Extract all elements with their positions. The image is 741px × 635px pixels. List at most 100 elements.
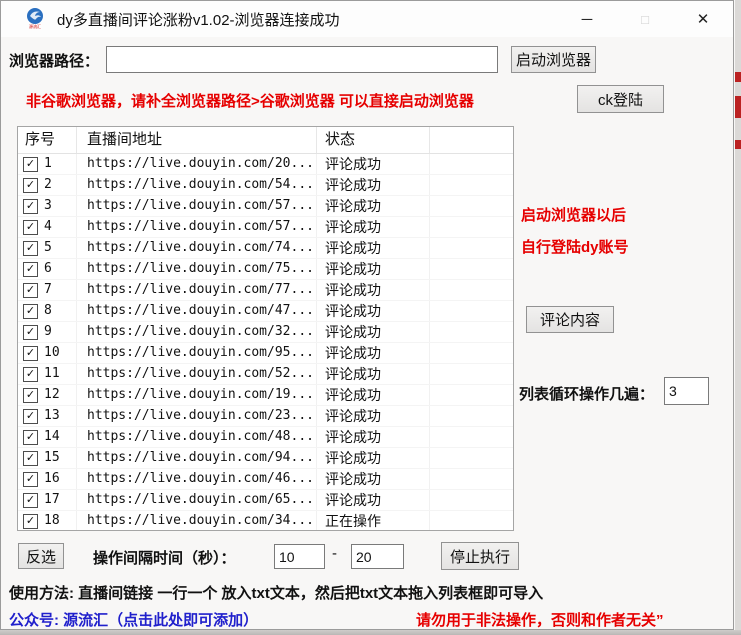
row-checkbox[interactable]: ✓ bbox=[23, 220, 38, 235]
close-icon[interactable]: ✕ bbox=[681, 1, 725, 37]
row-status: 评论成功 bbox=[317, 343, 430, 363]
table-row[interactable]: ✓16https://live.douyin.com/46...评论成功 bbox=[18, 469, 513, 490]
table-row[interactable]: ✓15https://live.douyin.com/94...评论成功 bbox=[18, 448, 513, 469]
row-index-cell: ✓18 bbox=[18, 511, 77, 531]
row-empty-cell bbox=[430, 385, 513, 405]
row-number: 16 bbox=[44, 469, 60, 489]
browser-path-input[interactable] bbox=[106, 46, 498, 73]
table-row[interactable]: ✓8https://live.douyin.com/47...评论成功 bbox=[18, 301, 513, 322]
row-empty-cell bbox=[430, 343, 513, 363]
table-row[interactable]: ✓6https://live.douyin.com/75...评论成功 bbox=[18, 259, 513, 280]
table-row[interactable]: ✓2https://live.douyin.com/54...评论成功 bbox=[18, 175, 513, 196]
row-checkbox[interactable]: ✓ bbox=[23, 493, 38, 508]
table-row[interactable]: ✓ 3 https://live.douyin.com/57...评论成功 bbox=[18, 196, 513, 217]
table-row[interactable]: ✓9https://live.douyin.com/32...评论成功 bbox=[18, 322, 513, 343]
row-url: https://live.douyin.com/32... bbox=[77, 322, 317, 342]
table-row[interactable]: ✓18https://live.douyin.com/34...正在操作 bbox=[18, 511, 513, 531]
row-status: 评论成功 bbox=[317, 427, 430, 447]
loop-count-label: 列表循环操作几遍： bbox=[519, 383, 654, 404]
row-empty-cell bbox=[430, 427, 513, 447]
table-row[interactable]: ✓5https://live.douyin.com/74...评论成功 bbox=[18, 238, 513, 259]
legal-warning: 请勿用于非法操作，否则和作者无关” bbox=[416, 609, 664, 630]
minimize-icon[interactable]: ─ bbox=[565, 1, 609, 37]
ck-login-button[interactable]: ck登陆 bbox=[577, 85, 664, 113]
interval-max-input[interactable] bbox=[351, 544, 404, 569]
row-index-cell: ✓ 14 bbox=[18, 427, 77, 447]
row-index-cell: ✓12 bbox=[18, 385, 77, 405]
row-number: 2 bbox=[44, 175, 52, 195]
row-number: 17 bbox=[44, 490, 60, 510]
table-row[interactable]: ✓1https://live.douyin.com/20...评论成功 bbox=[18, 154, 513, 175]
row-empty-cell bbox=[430, 364, 513, 384]
window-bottom-edge bbox=[0, 630, 741, 635]
row-empty-cell bbox=[430, 280, 513, 300]
row-empty-cell bbox=[430, 511, 513, 531]
row-index-cell: ✓7 bbox=[18, 280, 77, 300]
maximize-icon: □ bbox=[623, 1, 667, 37]
row-checkbox[interactable]: ✓ bbox=[23, 157, 38, 172]
table-row[interactable]: ✓11https://live.douyin.com/52...评论成功 bbox=[18, 364, 513, 385]
wechat-account-link[interactable]: 公众号: 源流汇（点击此处即可添加） bbox=[9, 609, 258, 630]
row-empty-cell bbox=[430, 217, 513, 237]
table-row[interactable]: ✓17https://live.douyin.com/65...评论成功 bbox=[18, 490, 513, 511]
row-url: https://live.douyin.com/57... bbox=[77, 196, 317, 216]
table-row[interactable]: ✓ 10 https://live.douyin.com/95...评论成功 bbox=[18, 343, 513, 364]
row-empty-cell bbox=[430, 448, 513, 468]
row-index-cell: ✓ 11 bbox=[18, 364, 77, 384]
interval-separator: - bbox=[332, 545, 337, 562]
row-status: 评论成功 bbox=[317, 469, 430, 489]
row-number: 11 bbox=[44, 364, 60, 384]
interval-min-input[interactable] bbox=[274, 544, 325, 569]
row-checkbox[interactable]: ✓ bbox=[23, 178, 38, 193]
row-checkbox[interactable]: ✓ bbox=[23, 472, 38, 487]
header-url: 直播间地址 bbox=[77, 127, 317, 153]
after-launch-hint-1: 启动浏览器以后 bbox=[521, 204, 626, 225]
row-url: https://live.douyin.com/54... bbox=[77, 175, 317, 195]
table-row[interactable]: ✓13https://live.douyin.com/23...评论成功 bbox=[18, 406, 513, 427]
row-url: https://live.douyin.com/95... bbox=[77, 343, 317, 363]
row-number: 6 bbox=[44, 259, 52, 279]
row-status: 正在操作 bbox=[317, 511, 430, 531]
launch-browser-button[interactable]: 启动浏览器 bbox=[511, 46, 596, 73]
row-number: 14 bbox=[44, 427, 60, 447]
row-index-cell: ✓ 17 bbox=[18, 490, 77, 510]
row-checkbox[interactable]: ✓ bbox=[23, 430, 38, 445]
row-checkbox[interactable]: ✓ bbox=[23, 514, 38, 529]
row-checkbox[interactable]: ✓ bbox=[23, 241, 38, 256]
row-empty-cell bbox=[430, 175, 513, 195]
stop-execution-button[interactable]: 停止执行 bbox=[441, 542, 519, 570]
screen-edge-artifact bbox=[735, 0, 741, 635]
invert-selection-button[interactable]: 反选 bbox=[18, 543, 64, 569]
table-row[interactable]: ✓7https://live.douyin.com/77...评论成功 bbox=[18, 280, 513, 301]
comment-content-button[interactable]: 评论内容 bbox=[526, 306, 614, 333]
row-number: 10 bbox=[44, 343, 60, 363]
row-status: 评论成功 bbox=[317, 196, 430, 216]
row-empty-cell bbox=[430, 406, 513, 426]
table-row[interactable]: ✓ 14 https://live.douyin.com/48...评论成功 bbox=[18, 427, 513, 448]
header-status: 状态 bbox=[317, 127, 430, 153]
row-checkbox[interactable]: ✓ bbox=[23, 388, 38, 403]
row-status: 评论成功 bbox=[317, 322, 430, 342]
live-room-table[interactable]: 序号 直播间地址 状态 ✓1https://live.douyin.com/20… bbox=[17, 126, 514, 531]
row-checkbox[interactable]: ✓ bbox=[23, 367, 38, 382]
row-checkbox[interactable]: ✓ bbox=[23, 199, 38, 214]
row-checkbox[interactable]: ✓ bbox=[23, 409, 38, 424]
row-checkbox[interactable]: ✓ bbox=[23, 325, 38, 340]
row-url: https://live.douyin.com/65... bbox=[77, 490, 317, 510]
loop-count-input[interactable] bbox=[664, 377, 709, 405]
row-checkbox[interactable]: ✓ bbox=[23, 451, 38, 466]
row-checkbox[interactable]: ✓ bbox=[23, 304, 38, 319]
table-row[interactable]: ✓12https://live.douyin.com/19...评论成功 bbox=[18, 385, 513, 406]
row-status: 评论成功 bbox=[317, 406, 430, 426]
row-number: 3 bbox=[44, 196, 52, 216]
row-checkbox[interactable]: ✓ bbox=[23, 262, 38, 277]
table-row[interactable]: ✓4https://live.douyin.com/57...评论成功 bbox=[18, 217, 513, 238]
row-empty-cell bbox=[430, 490, 513, 510]
row-number: 4 bbox=[44, 217, 52, 237]
row-index-cell: ✓5 bbox=[18, 238, 77, 258]
row-empty-cell bbox=[430, 301, 513, 321]
row-checkbox[interactable]: ✓ bbox=[23, 283, 38, 298]
row-empty-cell bbox=[430, 196, 513, 216]
row-checkbox[interactable]: ✓ bbox=[23, 346, 38, 361]
row-url: https://live.douyin.com/48... bbox=[77, 427, 317, 447]
